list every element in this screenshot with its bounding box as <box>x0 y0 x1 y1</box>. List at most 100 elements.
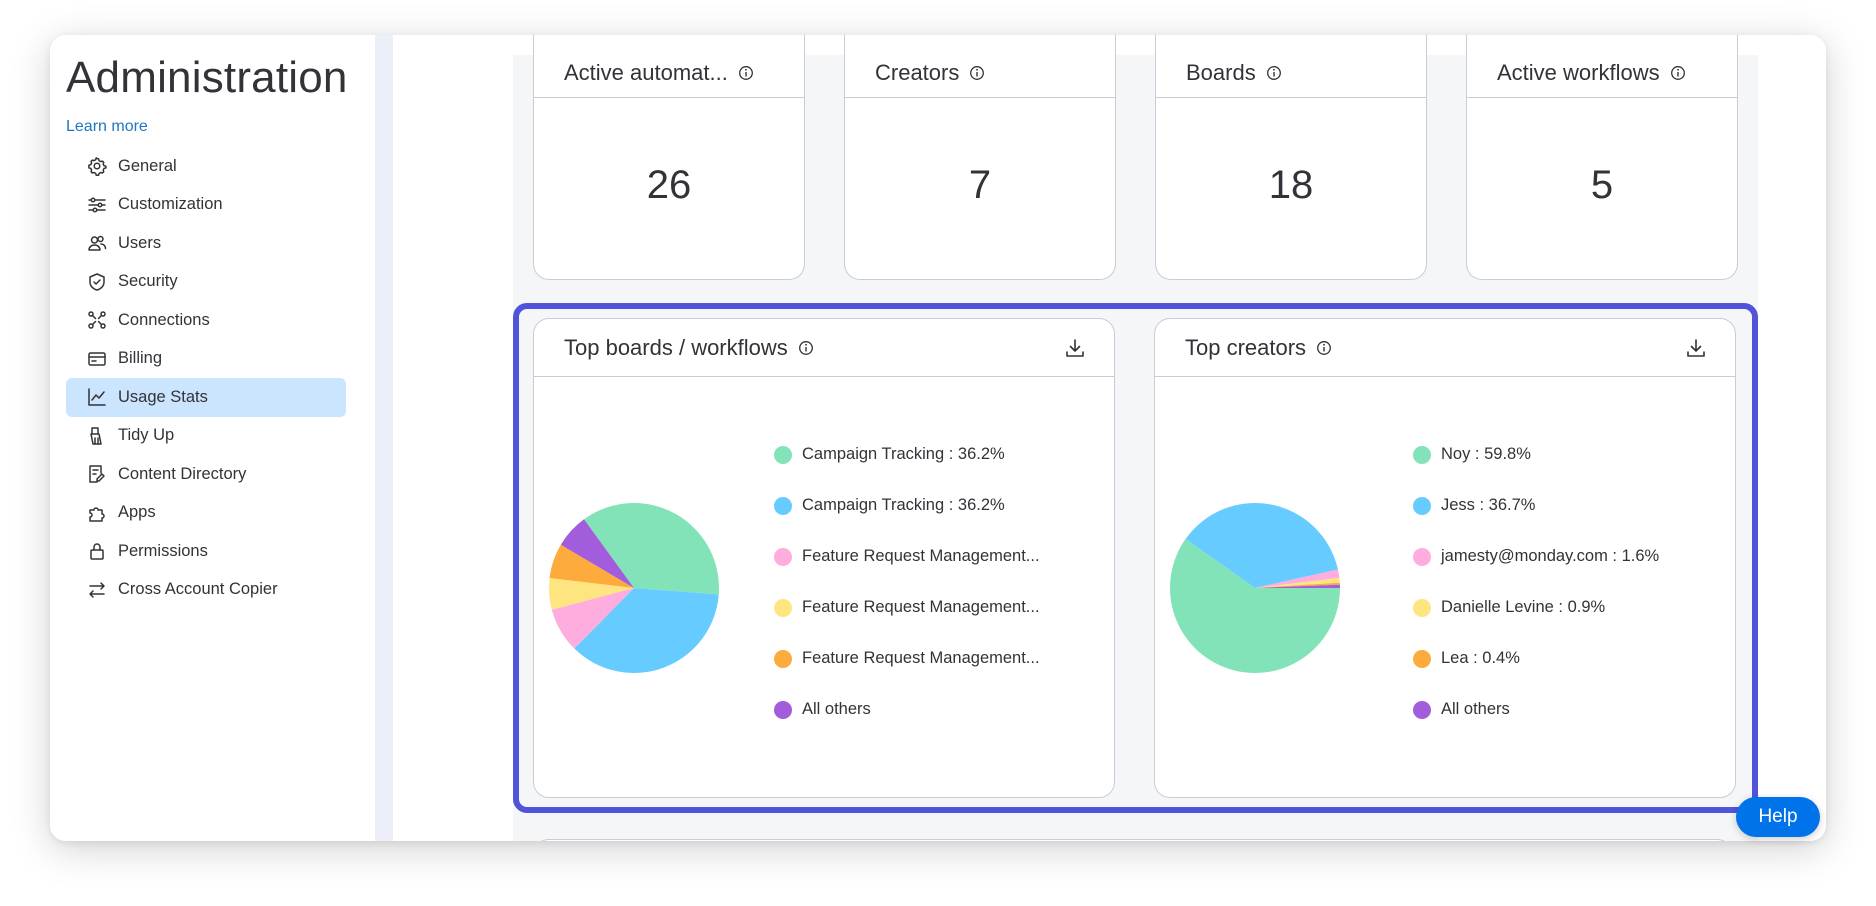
legend-label: Lea : 0.4% <box>1441 649 1520 667</box>
stat-card-active-automations: Active automat... 26 <box>533 35 805 280</box>
legend-label: Feature Request Management... <box>802 598 1040 616</box>
stat-card-value: 26 <box>646 163 692 207</box>
sidebar-item-billing[interactable]: Billing <box>66 340 346 379</box>
legend-swatch <box>774 445 792 464</box>
chart-card-header: Top boards / workflows <box>534 319 1114 377</box>
sidebar-item-label: Tidy Up <box>118 426 175 445</box>
info-icon[interactable] <box>1266 65 1282 81</box>
sidebar-item-label: Cross Account Copier <box>118 580 278 599</box>
sidebar-divider <box>375 35 393 841</box>
legend-item: All others <box>1413 684 1659 735</box>
legend-swatch <box>1413 496 1431 515</box>
sidebar-item-security[interactable]: Security <box>66 263 346 302</box>
legend-label: Campaign Tracking : 36.2% <box>802 445 1005 463</box>
sidebar-item-connections[interactable]: Connections <box>66 301 346 340</box>
next-card-edge <box>533 839 1733 841</box>
stat-card-title: Creators <box>875 60 960 85</box>
stat-card-header: Boards <box>1156 35 1426 98</box>
top-creators-pie-chart <box>1170 503 1340 673</box>
sidebar-item-label: Customization <box>118 195 223 214</box>
legend-swatch <box>774 700 792 719</box>
sidebar-item-permissions[interactable]: Permissions <box>66 532 346 571</box>
legend-label: Jess : 36.7% <box>1441 496 1536 514</box>
legend-label: Feature Request Management... <box>802 649 1040 667</box>
stat-card-header: Creators <box>845 35 1115 98</box>
sidebar-item-content-directory[interactable]: Content Directory <box>66 455 346 494</box>
help-button[interactable]: Help <box>1736 797 1820 837</box>
directory-icon <box>86 463 108 485</box>
stat-card-value: 7 <box>968 163 992 207</box>
legend-item: Danielle Levine : 0.9% <box>1413 582 1659 633</box>
download-icon[interactable] <box>1685 337 1707 359</box>
stat-card-header: Active workflows <box>1467 35 1737 98</box>
legend-swatch <box>774 496 792 515</box>
top-creators-legend: Noy : 59.8% Jess : 36.7% jamesty@monday.… <box>1413 429 1659 735</box>
learn-more-link[interactable]: Learn more <box>66 118 148 136</box>
legend-swatch <box>1413 445 1431 464</box>
sidebar-item-cross-account-copier[interactable]: Cross Account Copier <box>66 571 346 610</box>
lock-icon <box>86 540 108 562</box>
info-icon[interactable] <box>1316 340 1332 356</box>
legend-swatch <box>774 547 792 566</box>
legend-swatch <box>1413 547 1431 566</box>
chart-line-icon <box>86 386 108 408</box>
sidebar-item-label: Connections <box>118 310 210 329</box>
stat-card-value: 5 <box>1590 163 1614 207</box>
legend-item: Lea : 0.4% <box>1413 633 1659 684</box>
legend-label: All others <box>1441 700 1510 718</box>
top-creators-card: Top creators Noy : 59.8% Jess : 36.7% ja… <box>1154 318 1736 798</box>
sidebar-item-users[interactable]: Users <box>66 224 346 263</box>
stat-card-boards: Boards 18 <box>1155 35 1427 280</box>
top-boards-card: Top boards / workflows Campaign Tracking… <box>533 318 1115 798</box>
info-icon[interactable] <box>798 340 814 356</box>
legend-item: Feature Request Management... <box>774 531 1040 582</box>
stat-card-title: Boards <box>1186 60 1256 85</box>
chart-title: Top boards / workflows <box>564 334 788 360</box>
sliders-icon <box>86 194 108 216</box>
broom-icon <box>86 425 108 447</box>
stat-card-creators: Creators 7 <box>844 35 1116 280</box>
sidebar-item-apps[interactable]: Apps <box>66 494 346 533</box>
swap-arrows-icon <box>86 579 108 601</box>
sidebar: Administration Learn more General Custom… <box>50 35 375 841</box>
chart-card-header: Top creators <box>1155 319 1735 377</box>
app-window: Administration Learn more General Custom… <box>50 35 1826 841</box>
sidebar-item-customization[interactable]: Customization <box>66 186 346 225</box>
sidebar-item-tidy-up[interactable]: Tidy Up <box>66 417 346 456</box>
legend-label: All others <box>802 700 871 718</box>
stat-card-active-workflows: Active workflows 5 <box>1466 35 1738 280</box>
info-icon[interactable] <box>1670 65 1686 81</box>
legend-swatch <box>1413 598 1431 617</box>
legend-label: Noy : 59.8% <box>1441 445 1531 463</box>
sidebar-item-usage-stats[interactable]: Usage Stats <box>66 378 346 417</box>
legend-item: Noy : 59.8% <box>1413 429 1659 480</box>
info-icon[interactable] <box>969 65 985 81</box>
users-icon <box>86 232 108 254</box>
sidebar-item-general[interactable]: General <box>66 147 346 186</box>
sidebar-item-label: Permissions <box>118 541 208 560</box>
legend-item: Feature Request Management... <box>774 582 1040 633</box>
top-boards-pie-chart <box>549 503 719 673</box>
sidebar-item-label: Apps <box>118 503 156 522</box>
top-boards-legend: Campaign Tracking : 36.2% Campaign Track… <box>774 429 1040 735</box>
sidebar-item-label: Content Directory <box>118 464 247 483</box>
legend-swatch <box>1413 700 1431 719</box>
shield-icon <box>86 271 108 293</box>
download-icon[interactable] <box>1064 337 1086 359</box>
legend-item: Jess : 36.7% <box>1413 480 1659 531</box>
puzzle-icon <box>86 502 108 524</box>
legend-item: All others <box>774 684 1040 735</box>
sidebar-item-label: Users <box>118 233 162 252</box>
stat-card-value: 18 <box>1268 163 1314 207</box>
stat-card-title: Active workflows <box>1497 60 1660 85</box>
info-icon[interactable] <box>738 65 754 81</box>
credit-card-icon <box>86 348 108 370</box>
legend-item: Feature Request Management... <box>774 633 1040 684</box>
legend-label: Danielle Levine : 0.9% <box>1441 598 1606 616</box>
main-content[interactable]: Active automat... 26 Creators 7 Boards 1… <box>393 35 1826 841</box>
sidebar-item-label: Billing <box>118 349 163 368</box>
legend-item: Campaign Tracking : 36.2% <box>774 480 1040 531</box>
legend-label: Campaign Tracking : 36.2% <box>802 496 1005 514</box>
legend-swatch <box>774 598 792 617</box>
legend-swatch <box>774 649 792 668</box>
